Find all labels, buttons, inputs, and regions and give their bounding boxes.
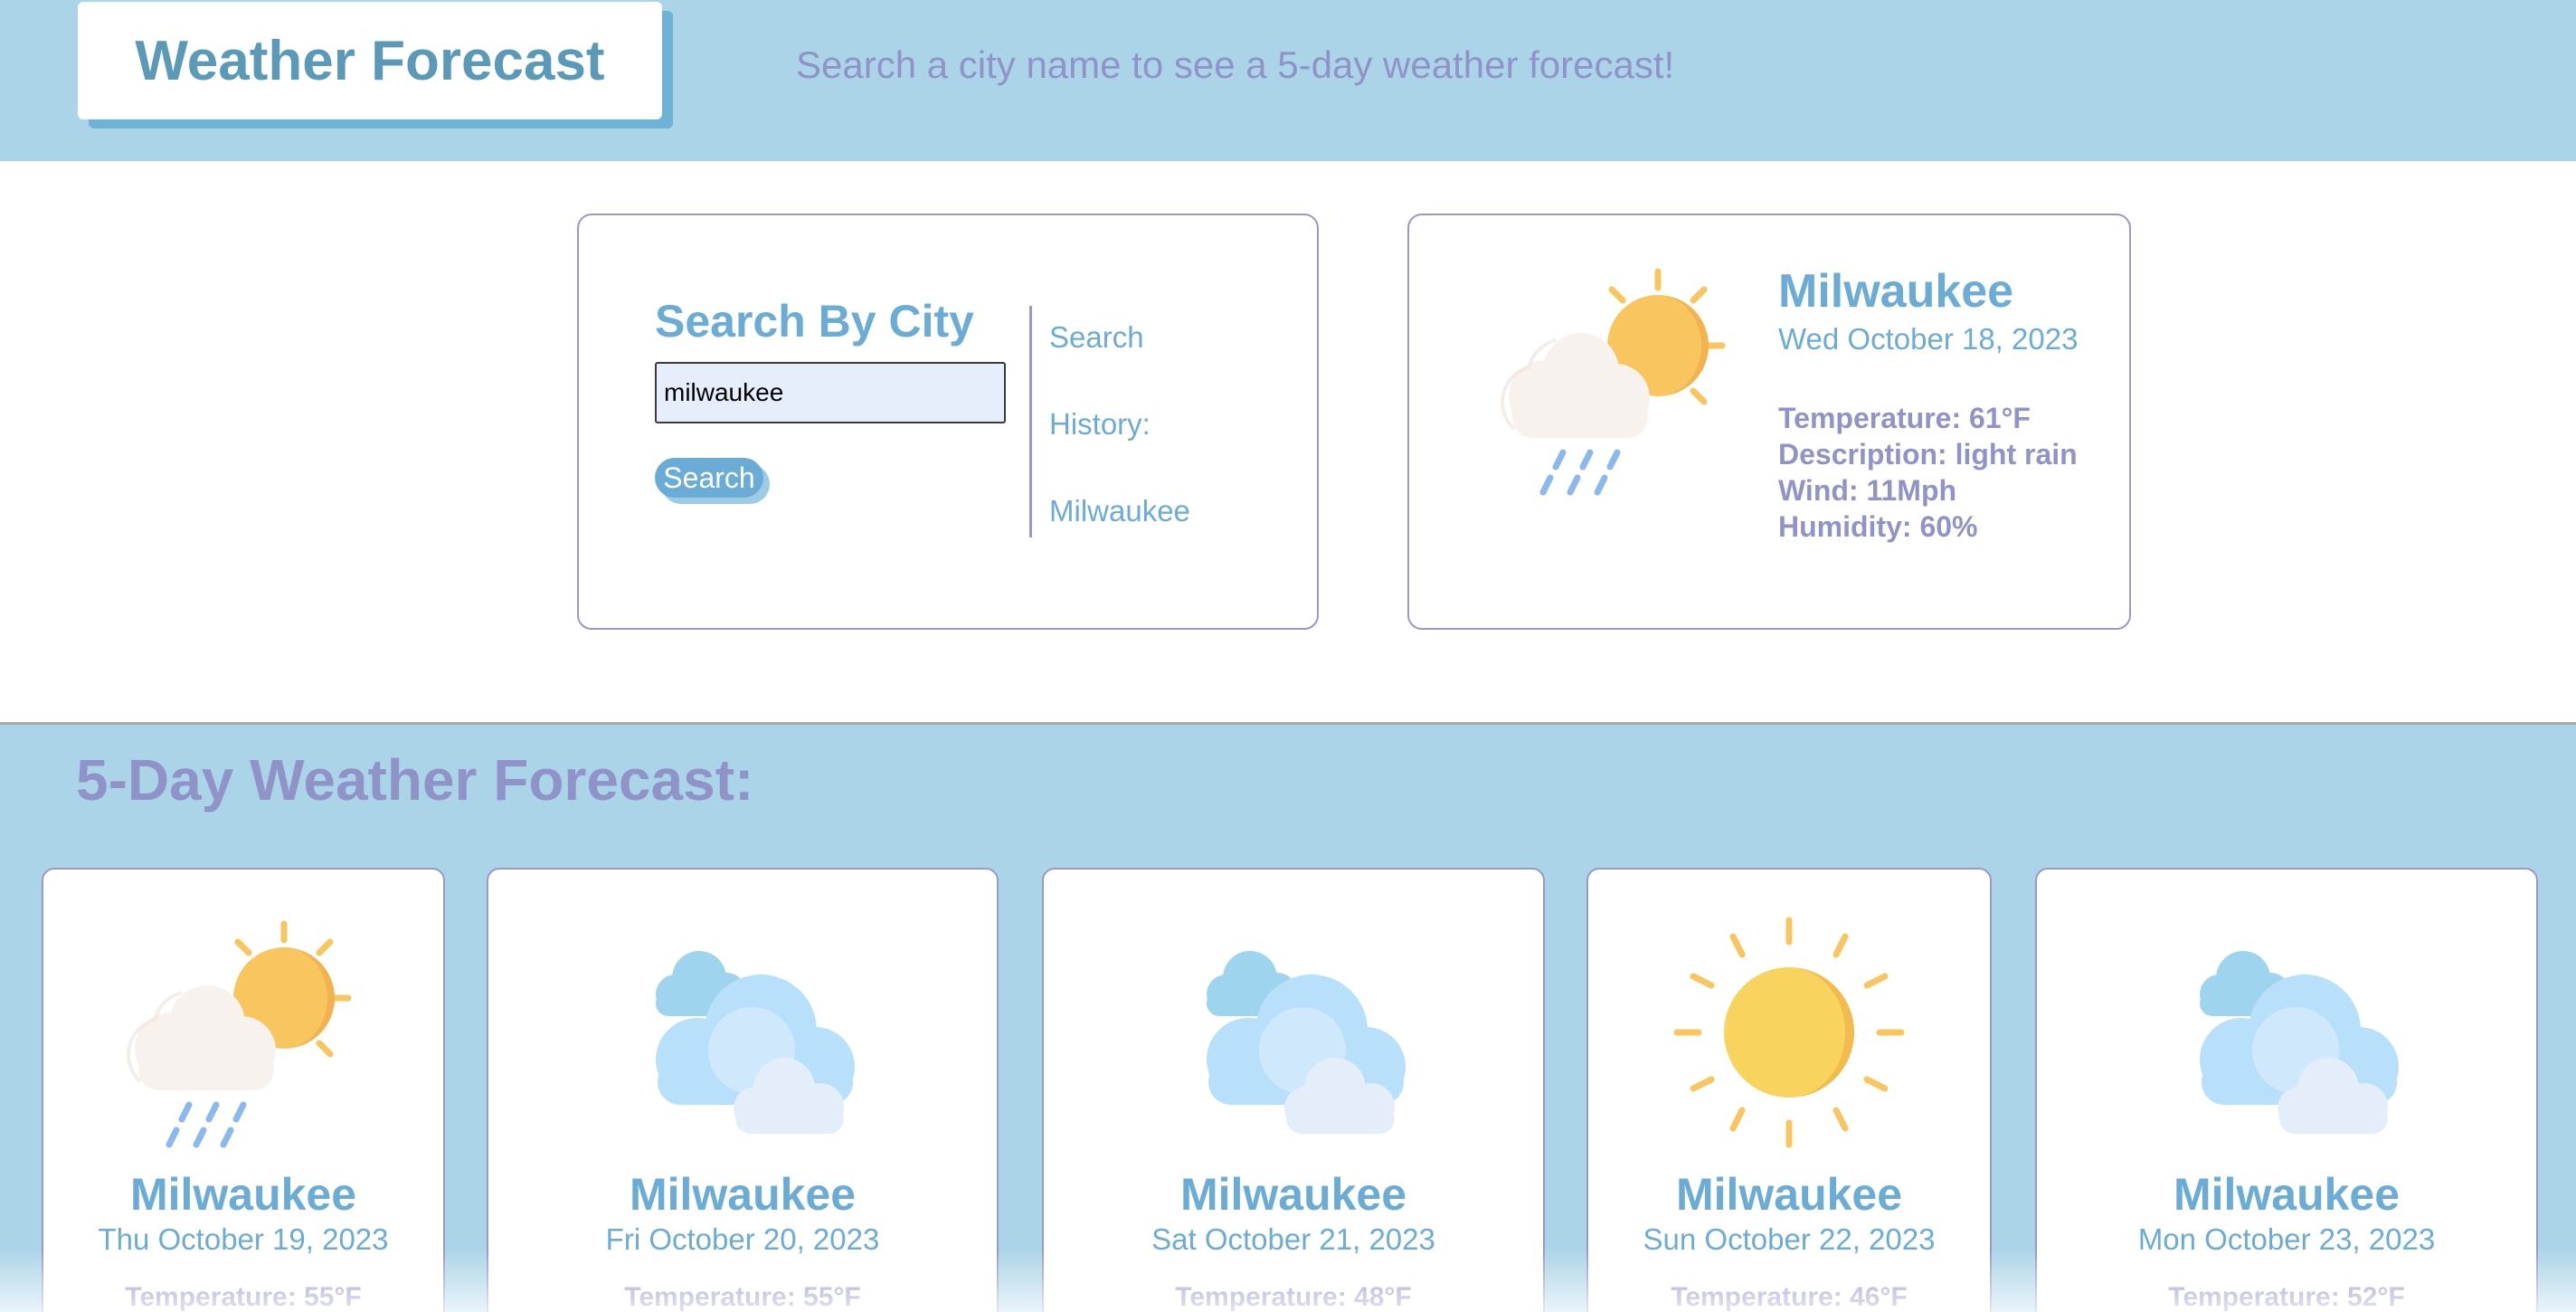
sun-cloud-rain-icon — [1500, 262, 1735, 498]
search-button[interactable]: Search — [655, 458, 763, 498]
forecast-city: Milwaukee — [1179, 1169, 1407, 1220]
search-card: Search By City Search Search History: Mi… — [577, 214, 1319, 630]
current-description: Description: light rain — [1778, 438, 2078, 471]
forecast-section: 5-Day Weather Forecast: Milwaukee Thu Oc… — [0, 722, 2576, 1312]
forecast-card: Milwaukee Fri October 20, 2023 Temperatu… — [487, 868, 999, 1312]
clouds-icon — [1176, 915, 1411, 1150]
forecast-date: Sun October 22, 2023 — [1643, 1222, 1936, 1256]
search-heading: Search By City — [655, 296, 974, 347]
forecast-temperature: Temperature: 55°F — [624, 1282, 861, 1312]
header: Weather Forecast Search a city name to s… — [0, 0, 2576, 161]
forecast-card: Milwaukee Sun October 22, 2023 Temperatu… — [1586, 868, 1992, 1312]
sun-icon — [1672, 915, 1907, 1150]
forecast-date: Fri October 20, 2023 — [605, 1222, 880, 1256]
search-history-label: History: — [1049, 407, 1151, 441]
forecast-temperature: Temperature: 55°F — [125, 1282, 362, 1312]
current-humidity: Humidity: 60% — [1778, 510, 1978, 543]
city-search-input[interactable] — [655, 362, 1006, 423]
clouds-icon — [2169, 915, 2404, 1150]
forecast-city: Milwaukee — [129, 1169, 357, 1220]
forecast-card: Milwaukee Thu October 19, 2023 Temperatu… — [42, 868, 445, 1312]
current-temperature: Temperature: 61°F — [1778, 402, 2031, 434]
forecast-date: Thu October 19, 2023 — [98, 1222, 389, 1256]
forecast-temperature: Temperature: 52°F — [2168, 1282, 2405, 1312]
current-city: Milwaukee — [1778, 265, 2014, 318]
forecast-card: Milwaukee Sat October 21, 2023 Temperatu… — [1042, 868, 1545, 1312]
forecast-date: Mon October 23, 2023 — [2137, 1222, 2436, 1256]
sun-cloud-rain-icon — [126, 915, 361, 1150]
current-date: Wed October 18, 2023 — [1778, 322, 2079, 356]
current-weather-card: Milwaukee Wed October 18, 2023 Temperatu… — [1407, 214, 2131, 630]
clouds-icon — [625, 915, 860, 1150]
forecast-temperature: Temperature: 48°F — [1175, 1282, 1412, 1312]
tagline: Search a city name to see a 5-day weathe… — [796, 43, 1675, 86]
forecast-city: Milwaukee — [629, 1169, 857, 1220]
forecast-city: Milwaukee — [1675, 1169, 1903, 1220]
forecast-card: Milwaukee Mon October 23, 2023 Temperatu… — [2035, 868, 2538, 1312]
search-history-label: Search — [1049, 320, 1144, 354]
app-title-box: Weather Forecast — [78, 2, 662, 119]
app-title: Weather Forecast — [135, 29, 605, 92]
forecast-title: 5-Day Weather Forecast: — [76, 747, 754, 813]
forecast-temperature: Temperature: 46°F — [1671, 1282, 1908, 1312]
forecast-date: Sat October 21, 2023 — [1151, 1222, 1435, 1256]
current-wind: Wind: 11Mph — [1778, 474, 1957, 507]
history-item-milwaukee[interactable]: Milwaukee — [1049, 494, 1190, 528]
forecast-city: Milwaukee — [2173, 1169, 2401, 1220]
history-divider — [1029, 306, 1032, 537]
